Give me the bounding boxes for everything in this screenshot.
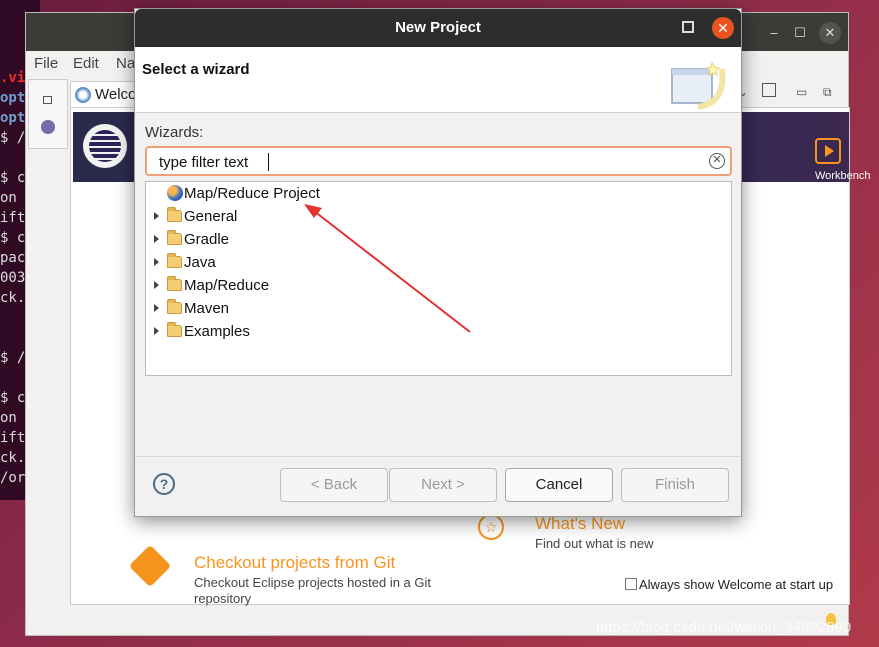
clear-icon[interactable]: ✕ [709, 153, 725, 169]
header-title: Select a wizard [142, 61, 250, 78]
wizard-banner-icon [671, 62, 726, 110]
menu-file[interactable]: File [34, 55, 58, 72]
tree-item-label: General [184, 208, 238, 225]
whats-new-link[interactable]: What's New [535, 514, 625, 534]
expand-arrow-icon[interactable] [154, 258, 159, 266]
tree-item-label: Maven [184, 300, 230, 317]
minimize-icon[interactable]: – [763, 22, 785, 44]
maximize-icon[interactable]: ☐ [789, 22, 811, 44]
folder-icon [167, 276, 182, 291]
tree-item-label: Gradle [184, 231, 230, 248]
filter-box: ✕ [145, 146, 732, 176]
layout-icon[interactable] [762, 83, 776, 97]
folder-icon [167, 322, 182, 337]
tree-item[interactable]: Map/Reduce [146, 275, 731, 298]
expand-arrow-icon[interactable] [154, 235, 159, 243]
filter-input[interactable] [159, 152, 689, 172]
tree-item-label: Examples [184, 323, 250, 340]
always-show-label: Always show Welcome at start up [639, 577, 834, 592]
dialog-title: New Project [395, 19, 481, 36]
dialog-header: Select a wizard [135, 47, 741, 113]
folder-icon [167, 253, 182, 268]
button-bar-divider [135, 456, 741, 457]
side-toolbar [28, 79, 68, 149]
star-icon[interactable]: ☆ [478, 514, 504, 540]
text-cursor [268, 153, 269, 171]
eclipse-logo-icon [83, 124, 127, 168]
tree-item-label: Java [184, 254, 216, 271]
welcome-icon [75, 87, 91, 103]
mapreduce-project-icon [167, 185, 183, 201]
restore-icon[interactable] [43, 96, 52, 104]
menu-edit[interactable]: Edit [73, 55, 99, 72]
expand-arrow-icon[interactable] [154, 304, 159, 312]
folder-icon [167, 207, 182, 222]
workbench-label[interactable]: Workbench [815, 170, 870, 182]
wizard-tree: Map/Reduce Project General Gradle Java Map/R… [145, 181, 732, 376]
folder-icon [167, 230, 182, 245]
perspective-icon[interactable] [41, 120, 55, 134]
menu-navigate[interactable]: Na [116, 55, 135, 72]
next-button[interactable]: Next > [389, 468, 497, 502]
tree-item[interactable]: Examples [146, 321, 731, 344]
back-button[interactable]: < Back [280, 468, 388, 502]
always-show-checkbox[interactable] [625, 578, 637, 590]
minimize-view-icon[interactable]: ▭ [796, 85, 807, 99]
help-icon[interactable]: ? [153, 473, 175, 495]
tree-item[interactable]: Maven [146, 298, 731, 321]
tab-welcome-label: Welco [95, 86, 137, 103]
checkout-git-desc: Checkout Eclipse projects hosted in a Gi… [194, 575, 432, 606]
folder-icon [167, 299, 182, 314]
tree-item-label: Map/Reduce [184, 277, 270, 294]
expand-arrow-icon[interactable] [154, 281, 159, 289]
finish-button[interactable]: Finish [621, 468, 729, 502]
close-icon[interactable]: ✕ [819, 22, 841, 44]
tree-item[interactable]: General [146, 206, 731, 229]
whats-new-desc: Find out what is new [535, 536, 654, 551]
tree-item[interactable]: Map/Reduce Project [146, 183, 731, 206]
tree-item[interactable]: Gradle [146, 229, 731, 252]
maximize-icon[interactable] [682, 21, 694, 33]
dialog-titlebar: New Project ✕ [135, 9, 741, 47]
expand-arrow-icon[interactable] [154, 327, 159, 335]
watermark: https://blog.csdn.net/weixin_44692890 [596, 619, 852, 636]
cancel-button[interactable]: Cancel [505, 468, 613, 502]
expand-arrow-icon[interactable] [154, 212, 159, 220]
wizards-label: Wizards: [145, 124, 204, 141]
maximize-view-icon[interactable]: ⧉ [823, 85, 832, 100]
tab-welcome[interactable]: Welco [70, 81, 140, 107]
tree-item-label: Map/Reduce Project [184, 185, 320, 202]
always-show-welcome[interactable]: Always show Welcome at start up [625, 577, 833, 592]
close-icon[interactable]: ✕ [712, 17, 734, 39]
new-project-dialog: New Project ✕ Select a wizard Wizards: ✕… [134, 8, 742, 517]
tree-item[interactable]: Java [146, 252, 731, 275]
checkout-git-link[interactable]: Checkout projects from Git [194, 553, 395, 573]
workbench-icon[interactable] [815, 138, 841, 164]
